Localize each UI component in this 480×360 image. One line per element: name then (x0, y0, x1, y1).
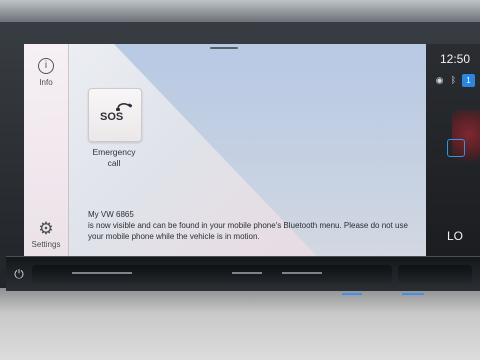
nav-label-info: Info (39, 78, 53, 87)
climate-slider[interactable] (398, 265, 472, 283)
message-body: is now visible and can be found in your … (88, 221, 408, 241)
nav-item-settings[interactable]: ⚙ Settings (24, 219, 68, 250)
message-title: My VW 6865 (88, 210, 134, 219)
notification-badge[interactable]: 1 (462, 74, 475, 87)
slider-mark (282, 272, 322, 274)
gear-icon: ⚙ (38, 219, 54, 238)
slider-mark (72, 272, 132, 274)
home-button[interactable] (447, 139, 465, 157)
bluetooth-message: My VW 6865 is now visible and can be fou… (88, 209, 418, 242)
emergency-call-label-line1: Emergency (92, 147, 136, 157)
dashboard-trim (0, 0, 480, 22)
left-nav-bar: i Info ⚙ Settings (24, 44, 69, 256)
indicator-light (402, 293, 424, 295)
infotainment-screen: i Info ⚙ Settings SOS Emergency call My … (24, 44, 426, 256)
signal-icon: ◉ (435, 75, 444, 85)
slider-mark (232, 272, 262, 274)
control-strip: ⏻ (6, 256, 480, 295)
nav-label-settings: Settings (31, 240, 61, 249)
clock: 12:50 (440, 52, 471, 66)
bluetooth-icon: ᛒ (450, 75, 457, 85)
emergency-call-label-line2: call (107, 158, 121, 168)
sos-text: SOS (100, 111, 124, 123)
dashboard-lower (0, 288, 480, 360)
power-icon[interactable]: ⏻ (12, 267, 26, 281)
emergency-call-label: Emergency call (76, 147, 152, 169)
nav-item-info[interactable]: i Info (24, 58, 68, 87)
pull-down-handle[interactable] (210, 47, 238, 49)
indicator-light (342, 293, 362, 295)
info-icon: i (38, 58, 54, 74)
volume-slider[interactable] (32, 265, 392, 283)
climate-temperature[interactable]: LO (447, 229, 463, 243)
emergency-call-button[interactable]: SOS (88, 88, 142, 142)
